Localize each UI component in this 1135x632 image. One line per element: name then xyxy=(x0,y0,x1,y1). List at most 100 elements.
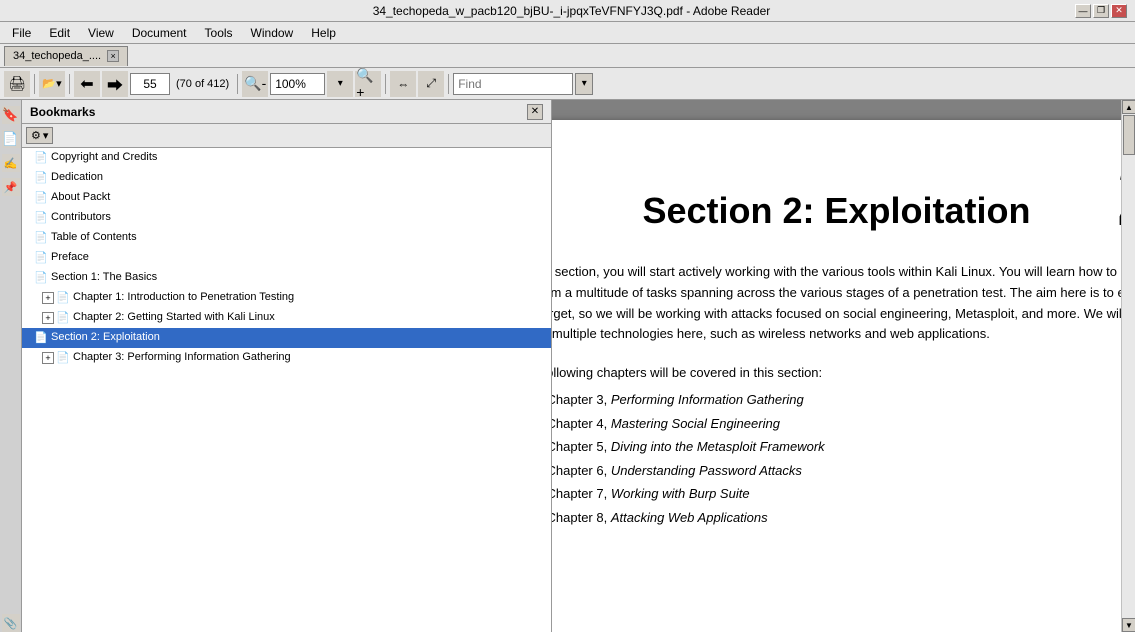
chapter-label: Chapter 6, xyxy=(552,463,611,478)
chapter-label: Chapter 5, xyxy=(552,439,611,454)
chapter-title: Performing Information Gathering xyxy=(611,392,804,407)
scroll-down-button[interactable]: ▼ xyxy=(1122,618,1135,632)
bookmark-section2[interactable]: 📄 Section 2: Exploitation xyxy=(22,328,551,348)
sidebar-icon-signatures[interactable]: ✍ xyxy=(2,154,20,172)
sidebar-title: Bookmarks xyxy=(30,105,95,119)
page-info: (70 of 412) xyxy=(172,78,233,90)
sidebar-panel: Bookmarks ✕ ⚙ ▾ 📄 Copyright and Credits … xyxy=(22,100,552,632)
bookmark-chapter1[interactable]: + 📄 Chapter 1: Introduction to Penetrati… xyxy=(22,288,551,308)
bookmark-icon: 📄 xyxy=(34,191,48,205)
bookmark-icon: 📄 xyxy=(56,311,70,325)
menu-window[interactable]: Window xyxy=(243,24,302,42)
sidebar-icon-bookmarks[interactable]: 🔖 xyxy=(2,106,20,124)
bookmark-chapter2[interactable]: + 📄 Chapter 2: Getting Started with Kali… xyxy=(22,308,551,328)
zoom-dropdown-button[interactable]: ▾ xyxy=(327,71,353,97)
tab-close-button[interactable]: × xyxy=(107,50,119,62)
menu-file[interactable]: File xyxy=(4,24,39,42)
bookmarks-settings-button[interactable]: ⚙ ▾ xyxy=(26,127,53,144)
list-item: Chapter 5, Diving into the Metasploit Fr… xyxy=(552,437,1121,457)
bookmark-contributors[interactable]: 📄 Contributors xyxy=(22,208,551,228)
chapter-title: Attacking Web Applications xyxy=(611,510,768,525)
bookmark-preface[interactable]: 📄 Preface xyxy=(22,248,551,268)
bookmark-icon: 📄 xyxy=(34,151,48,165)
sidebar-icon-annotations[interactable]: 📌 xyxy=(2,178,20,196)
close-button[interactable]: ✕ xyxy=(1111,4,1127,18)
gear-icon: ⚙ xyxy=(31,129,41,142)
minimize-button[interactable]: — xyxy=(1075,4,1091,18)
bookmark-copyright[interactable]: 📄 Copyright and Credits xyxy=(22,148,551,168)
chapter-label: Chapter 3, xyxy=(552,392,611,407)
settings-dropdown-arrow: ▾ xyxy=(43,129,49,142)
scroll-up-button[interactable]: ▲ xyxy=(1122,100,1135,114)
scroll-thumb[interactable] xyxy=(1123,115,1135,155)
next-view-button[interactable]: ⮕ xyxy=(102,71,128,97)
scroll-track xyxy=(1122,114,1135,618)
sidebar-header: Bookmarks ✕ xyxy=(22,100,551,124)
find-input[interactable] xyxy=(453,73,573,95)
bookmark-icon: 📄 xyxy=(34,331,48,345)
bookmark-chapter3[interactable]: + 📄 Chapter 3: Performing Information Ga… xyxy=(22,348,551,368)
bookmark-dedication[interactable]: 📄 Dedication xyxy=(22,168,551,188)
bookmark-toc[interactable]: 📄 Table of Contents xyxy=(22,228,551,248)
fit-width-button[interactable]: ⇔ xyxy=(390,71,416,97)
print-button[interactable]: 🖨 xyxy=(4,71,30,97)
menu-edit[interactable]: Edit xyxy=(41,24,78,42)
bookmark-icon: 📄 xyxy=(56,351,70,365)
expand-chapter2-button[interactable]: + xyxy=(42,312,54,324)
prev-view-button[interactable]: ⬅ xyxy=(74,71,100,97)
main-area: 🔖 📄 ✍ 📌 📎 Bookmarks ✕ ⚙ ▾ 📄 Copyright an… xyxy=(0,100,1135,632)
toolbar-sep-2 xyxy=(69,74,70,94)
chapter-label: Chapter 7, xyxy=(552,486,611,501)
bookmark-icon: 📄 xyxy=(34,211,48,225)
zoom-input[interactable] xyxy=(270,73,325,95)
tab-label: 34_techopeda_.... xyxy=(13,50,101,62)
pdf-section-title: Section 2: Exploitation xyxy=(552,190,1121,232)
list-item: Chapter 8, Attacking Web Applications xyxy=(552,508,1121,528)
open-button[interactable]: 📂▾ xyxy=(39,71,65,97)
pdf-chapters-intro: The following chapters will be covered i… xyxy=(552,365,1121,380)
menu-document[interactable]: Document xyxy=(124,24,195,42)
menu-bar: File Edit View Document Tools Window Hel… xyxy=(0,22,1135,44)
right-scrollbar[interactable]: ▲ ▼ xyxy=(1121,100,1135,632)
restore-button[interactable]: ❐ xyxy=(1093,4,1109,18)
toolbar: 🖨 📂▾ ⬅ ⮕ (70 of 412) 🔍- ▾ 🔍+ ⇔ ⤢ ▾ xyxy=(0,68,1135,100)
zoom-in-button[interactable]: 🔍+ xyxy=(355,71,381,97)
menu-tools[interactable]: Tools xyxy=(197,24,241,42)
fit-page-button[interactable]: ⤢ xyxy=(418,71,444,97)
chapter-label: Chapter 4, xyxy=(552,416,611,431)
bookmark-icon: 📄 xyxy=(34,171,48,185)
page-input[interactable] xyxy=(130,73,170,95)
bookmark-icon: 📄 xyxy=(34,231,48,245)
tab-bar: 34_techopeda_.... × xyxy=(0,44,1135,68)
bookmarks-toolbar: ⚙ ▾ xyxy=(22,124,551,148)
pdf-chapter-list: Chapter 3, Performing Information Gather… xyxy=(552,390,1121,527)
sidebar-icon-bottom[interactable]: 📎 xyxy=(2,614,20,632)
page-number-display: 2 xyxy=(1116,150,1121,240)
menu-help[interactable]: Help xyxy=(303,24,344,42)
sidebar-icon-pages[interactable]: 📄 xyxy=(2,130,20,148)
pdf-content-area[interactable]: 2 Section 2: Exploitation In this sectio… xyxy=(552,100,1121,632)
toolbar-sep-1 xyxy=(34,74,35,94)
find-dropdown-button[interactable]: ▾ xyxy=(575,73,593,95)
zoom-out-button[interactable]: 🔍- xyxy=(242,71,268,97)
window-title: 34_techopeda_w_pacb120_bjBU-_i-jpqxTeVFN… xyxy=(68,4,1075,18)
pdf-page: 2 Section 2: Exploitation In this sectio… xyxy=(552,120,1121,632)
list-item: Chapter 7, Working with Burp Suite xyxy=(552,484,1121,504)
chapter-title: Mastering Social Engineering xyxy=(611,416,780,431)
toolbar-sep-5 xyxy=(448,74,449,94)
sidebar-close-button[interactable]: ✕ xyxy=(527,104,543,120)
bookmark-icon: 📄 xyxy=(56,291,70,305)
list-item: Chapter 6, Understanding Password Attack… xyxy=(552,461,1121,481)
expand-chapter3-button[interactable]: + xyxy=(42,352,54,364)
menu-view[interactable]: View xyxy=(80,24,122,42)
document-tab[interactable]: 34_techopeda_.... × xyxy=(4,46,128,66)
list-item: Chapter 4, Mastering Social Engineering xyxy=(552,414,1121,434)
chapter-title: Diving into the Metasploit Framework xyxy=(611,439,825,454)
bookmark-about-packt[interactable]: 📄 About Packt xyxy=(22,188,551,208)
bookmark-section1[interactable]: 📄 Section 1: The Basics xyxy=(22,268,551,288)
chapter-title: Working with Burp Suite xyxy=(611,486,750,501)
bookmark-icon: 📄 xyxy=(34,251,48,265)
chapter-label: Chapter 8, xyxy=(552,510,611,525)
expand-chapter1-button[interactable]: + xyxy=(42,292,54,304)
chapter-title: Understanding Password Attacks xyxy=(611,463,802,478)
